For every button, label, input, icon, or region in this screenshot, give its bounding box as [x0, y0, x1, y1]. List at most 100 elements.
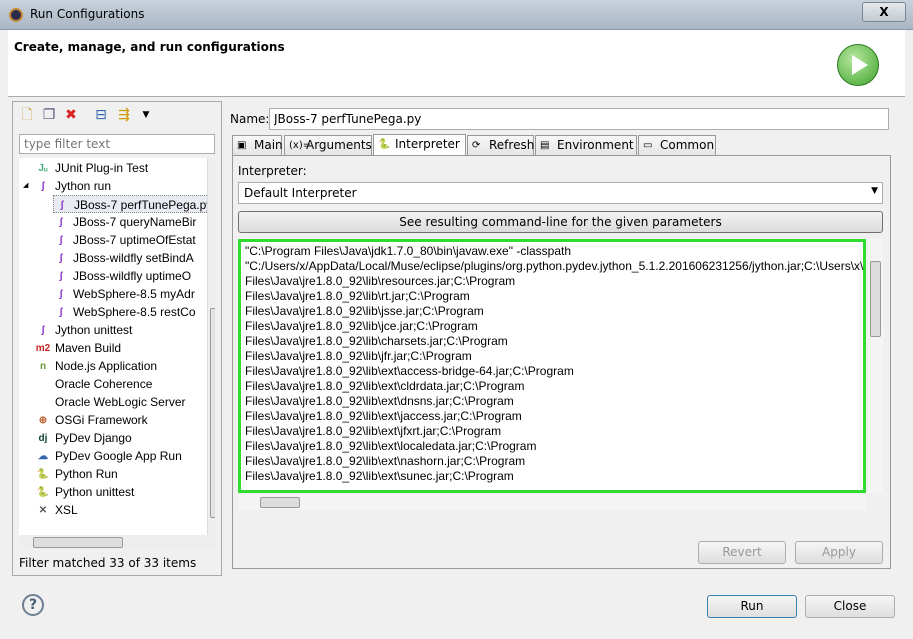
tree-item[interactable]: ʃ JBoss-wildfly uptimeO [53, 267, 191, 285]
close-window-button[interactable]: X [862, 2, 906, 22]
scroll-thumb[interactable] [33, 537, 123, 548]
django-icon: dj [38, 432, 48, 444]
tab-common[interactable]: ▭ Common [638, 135, 716, 155]
maven-icon: m2 [35, 342, 51, 354]
new-config-icon[interactable]: 🗋 [18, 106, 36, 124]
command-vertical-scrollbar[interactable] [868, 239, 883, 493]
view-menu-chevron-down-icon[interactable]: ▼ [137, 106, 155, 124]
duplicate-icon[interactable]: ❐ [40, 106, 58, 124]
tree-item-label: Jython unittest [55, 323, 133, 337]
google-app-icon: ☁ [38, 450, 48, 462]
help-icon[interactable]: ? [22, 594, 44, 616]
command-line-text: Files\Java\jre1.8.0_92\lib\jsse.jar;C:\P… [245, 304, 484, 318]
tree-item[interactable]: ✕ XSL [35, 501, 78, 519]
command-line-text: Files\Java\jre1.8.0_92\lib\jfr.jar;C:\Pr… [245, 349, 472, 363]
tab-main[interactable]: ▣ Main [232, 135, 283, 155]
tree-item[interactable]: Oracle WebLogic Server [35, 393, 186, 411]
tree-item-label: PyDev Django [55, 431, 132, 445]
command-line-text: Files\Java\jre1.8.0_92\lib\ext\cldrdata.… [245, 379, 525, 393]
scroll-thumb[interactable] [210, 308, 215, 518]
run-banner-icon [837, 44, 879, 86]
tree-item-label: JBoss-wildfly setBindA [73, 251, 194, 265]
config-editor: Name: ▣ Main(x)=Arguments🐍Interpreter⟳Ref… [224, 101, 901, 576]
close-button[interactable]: Close [805, 595, 895, 618]
tree-item-label: Jython run [55, 179, 112, 193]
command-line-text: Files\Java\jre1.8.0_92\lib\ext\nashorn.j… [245, 454, 526, 468]
command-line-text: Files\Java\jre1.8.0_92\lib\ext\dnsns.jar… [245, 394, 514, 408]
tree-item-label: JBoss-7 perfTunePega.py [74, 198, 213, 212]
command-line-textarea[interactable]: "C:\Program Files\Java\jdk1.7.0_80\bin\j… [238, 239, 866, 493]
tree-item[interactable]: ʃ Jython unittest [35, 321, 132, 339]
command-line-text: Files\Java\jre1.8.0_92\lib\ext\jfxrt.jar… [245, 424, 502, 438]
dialog-header: Create, manage, and run configurations [8, 30, 905, 97]
tab-label: Arguments [306, 138, 372, 152]
tree-item[interactable]: ☁ PyDev Google App Run [35, 447, 182, 465]
tree-item[interactable]: ʃ JBoss-7 uptimeOfEstat [53, 231, 195, 249]
tree-item-label: Python Run [55, 467, 118, 481]
xsl-icon: ✕ [38, 504, 48, 516]
window-title: Run Configurations [30, 7, 145, 21]
tree-item[interactable]: ʃ WebSphere-8.5 myAdr [53, 285, 195, 303]
tree-horizontal-scrollbar[interactable] [19, 535, 215, 549]
tab-label: Environment [557, 138, 634, 152]
tree-vertical-scrollbar[interactable] [207, 158, 215, 535]
command-line-text: Files\Java\jre1.8.0_92\lib\ext\access-br… [245, 364, 574, 378]
tab-environment[interactable]: ▤ Environment [535, 135, 637, 155]
tree-item[interactable]: 🐍 Python Run [35, 465, 118, 483]
interpreter-select[interactable]: Default Interpreter ▼ [238, 182, 883, 204]
header-title: Create, manage, and run configurations [14, 40, 285, 54]
scroll-thumb[interactable] [870, 261, 881, 337]
tree-item[interactable]: ʃ WebSphere-8.5 restCo [53, 303, 196, 321]
tree-item-label: WebSphere-8.5 restCo [73, 305, 196, 319]
tree-item[interactable]: dj PyDev Django [35, 429, 132, 447]
tab-label: Main [254, 138, 283, 152]
config-tree: Jᵤ JUnit Plug-in Test ◢ ʃ Jython run ʃ JBoss-7… [19, 158, 215, 535]
python-unittest-icon: 🐍 [36, 486, 50, 498]
apply-button[interactable]: Apply [795, 541, 883, 564]
tree-item[interactable]: ʃ JBoss-7 perfTunePega.py [53, 195, 214, 213]
name-label: Name: [230, 112, 270, 126]
command-line-text: Files\Java\jre1.8.0_92\lib\resources.jar… [245, 274, 516, 288]
command-line-text: Files\Java\jre1.8.0_92\lib\ext\jaccess.j… [245, 409, 522, 423]
interpreter-icon: 🐍 [378, 138, 391, 150]
interpreter-tab-panel: Interpreter: Default Interpreter ▼ See re… [232, 155, 891, 569]
junit-plugin-icon: Jᵤ [38, 162, 48, 174]
tree-item[interactable]: m2 Maven Build [35, 339, 121, 357]
main-icon: ▣ [237, 139, 247, 151]
jython-config-icon: ʃ [59, 216, 63, 228]
tree-item-label: OSGi Framework [55, 413, 148, 427]
command-line-text: Files\Java\jre1.8.0_92\lib\rt.jar;C:\Pro… [245, 289, 470, 303]
common-icon: ▭ [643, 139, 653, 151]
tree-item[interactable]: ʃ JBoss-7 queryNameBir [53, 213, 196, 231]
run-button[interactable]: Run [707, 595, 797, 618]
tab-label: Common [660, 138, 715, 152]
tree-item[interactable]: 🐍 Python unittest [35, 483, 135, 501]
command-line-text: "C:\Program Files\Java\jdk1.7.0_80\bin\j… [245, 244, 572, 258]
name-input[interactable] [269, 108, 889, 130]
delete-icon[interactable]: ✖ [62, 106, 80, 124]
tree-item[interactable]: Oracle Coherence [35, 375, 152, 393]
tree-item[interactable]: ◢ ʃ Jython run [23, 177, 112, 195]
tree-item[interactable]: ʃ JBoss-wildfly setBindA [53, 249, 194, 267]
filter-input[interactable] [19, 134, 215, 154]
tree-item-label: Python unittest [55, 485, 135, 499]
scroll-thumb[interactable] [260, 497, 300, 508]
tree-item[interactable]: ⊕ OSGi Framework [35, 411, 148, 429]
nodejs-icon: n [39, 360, 47, 372]
environment-icon: ▤ [540, 139, 550, 151]
tab-arguments[interactable]: (x)=Arguments [284, 135, 372, 155]
show-command-line-button[interactable]: See resulting command-line for the given… [238, 211, 883, 233]
tab-label: Refresh [489, 138, 535, 152]
tree-item[interactable]: Jᵤ JUnit Plug-in Test [35, 159, 148, 177]
jython-unittest-icon: ʃ [41, 324, 45, 336]
jython-config-icon: ʃ [60, 199, 64, 211]
revert-button[interactable]: Revert [698, 541, 786, 564]
collapse-all-icon[interactable]: ⊟ [92, 106, 110, 124]
tab-refresh[interactable]: ⟳ Refresh [467, 135, 534, 155]
tree-item[interactable]: n Node.js Application [35, 357, 157, 375]
filter-icon[interactable]: ⇶ [115, 106, 133, 124]
command-horizontal-scrollbar[interactable] [238, 495, 866, 510]
expand-arrow-icon[interactable]: ◢ [23, 177, 28, 195]
filter-status: Filter matched 33 of 33 items [19, 556, 197, 570]
tab-interpreter[interactable]: 🐍 Interpreter [373, 134, 466, 156]
